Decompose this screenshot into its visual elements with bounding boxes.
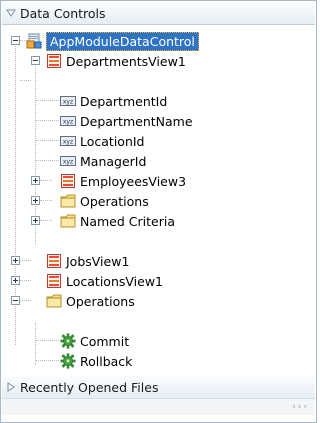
data-controls-tree: AppModuleDataControl DepartmentsView1 xy… bbox=[2, 25, 315, 392]
folder-icon bbox=[46, 293, 62, 309]
tree-node-departments-view[interactable]: DepartmentsView1 bbox=[46, 51, 186, 71]
recently-opened-files-title: Recently Opened Files bbox=[20, 379, 159, 395]
root-node-label: AppModuleDataControl bbox=[46, 31, 199, 51]
root-operations-label: Operations bbox=[66, 293, 135, 309]
attr-department-name-label: DepartmentName bbox=[80, 113, 193, 129]
collapse-toggle-departments[interactable] bbox=[31, 56, 40, 65]
tree-node-attr-location-id[interactable]: xyz LocationId bbox=[60, 131, 145, 151]
expand-toggle-locations[interactable] bbox=[11, 276, 20, 285]
expand-toggle-employees[interactable] bbox=[31, 176, 40, 185]
employees-view-label: EmployeesView3 bbox=[80, 173, 187, 189]
attribute-icon: xyz bbox=[60, 153, 76, 169]
attr-manager-id-label: ManagerId bbox=[80, 153, 147, 169]
data-controls-panel: Data Controls AppModuleDataControl Depar… bbox=[0, 0, 317, 423]
view-object-icon bbox=[46, 273, 62, 289]
view-object-icon bbox=[60, 173, 76, 189]
gear-icon bbox=[60, 333, 76, 349]
svg-text:xyz: xyz bbox=[63, 139, 73, 146]
tree-node-attr-department-id[interactable]: xyz DepartmentId bbox=[60, 91, 167, 111]
svg-text:xyz: xyz bbox=[63, 159, 73, 166]
folder-icon bbox=[60, 193, 76, 209]
jobs-view-label: JobsView1 bbox=[66, 253, 130, 269]
svg-text:xyz: xyz bbox=[63, 119, 73, 126]
svg-text:xyz: xyz bbox=[63, 99, 73, 106]
expand-toggle-jobs[interactable] bbox=[11, 256, 20, 265]
commit-label: Commit bbox=[80, 333, 130, 349]
tree-node-jobs-view[interactable]: JobsView1 bbox=[46, 251, 129, 271]
departments-view-label: DepartmentsView1 bbox=[66, 53, 186, 69]
expand-toggle-dept-operations[interactable] bbox=[31, 196, 40, 205]
tree-node-root[interactable]: AppModuleDataControl bbox=[26, 31, 199, 51]
expand-toggle-named-criteria[interactable] bbox=[31, 216, 40, 225]
dept-operations-label: Operations bbox=[80, 193, 149, 209]
attribute-icon: xyz bbox=[60, 133, 76, 149]
attribute-icon: xyz bbox=[60, 113, 76, 129]
data-controls-title: Data Controls bbox=[20, 5, 106, 21]
gear-icon bbox=[60, 353, 76, 369]
tree-node-attr-manager-id[interactable]: xyz ManagerId bbox=[60, 151, 146, 171]
named-criteria-label: Named Criteria bbox=[80, 213, 175, 229]
data-control-icon bbox=[26, 33, 42, 49]
expand-arrow-icon bbox=[2, 382, 20, 392]
horizontal-scrollbar[interactable]: ‹‹‹ bbox=[2, 398, 315, 415]
recently-opened-files-header[interactable]: Recently Opened Files bbox=[2, 376, 315, 399]
view-object-icon bbox=[46, 253, 62, 269]
view-object-icon bbox=[46, 53, 62, 69]
tree-node-locations-view[interactable]: LocationsView1 bbox=[46, 271, 163, 291]
folder-icon bbox=[60, 213, 76, 229]
collapse-toggle-root[interactable] bbox=[11, 36, 20, 45]
attr-department-id-label: DepartmentId bbox=[80, 93, 168, 109]
tree-node-root-operations[interactable]: Operations bbox=[46, 291, 135, 311]
tree-node-named-criteria[interactable]: Named Criteria bbox=[60, 211, 175, 231]
tree-node-commit[interactable]: Commit bbox=[60, 331, 129, 351]
collapse-arrow-icon bbox=[2, 8, 20, 18]
attr-location-id-label: LocationId bbox=[80, 133, 145, 149]
tree-node-employees-view[interactable]: EmployeesView3 bbox=[60, 171, 186, 191]
tree-node-rollback[interactable]: Rollback bbox=[60, 351, 132, 371]
attribute-icon: xyz bbox=[60, 93, 76, 109]
scroll-left-icon: ‹‹‹ bbox=[292, 402, 309, 412]
tree-node-attr-department-name[interactable]: xyz DepartmentName bbox=[60, 111, 193, 131]
locations-view-label: LocationsView1 bbox=[66, 273, 163, 289]
collapse-toggle-root-operations[interactable] bbox=[11, 296, 20, 305]
tree-node-dept-operations[interactable]: Operations bbox=[60, 191, 149, 211]
rollback-label: Rollback bbox=[80, 353, 133, 369]
data-controls-header[interactable]: Data Controls bbox=[2, 2, 315, 25]
